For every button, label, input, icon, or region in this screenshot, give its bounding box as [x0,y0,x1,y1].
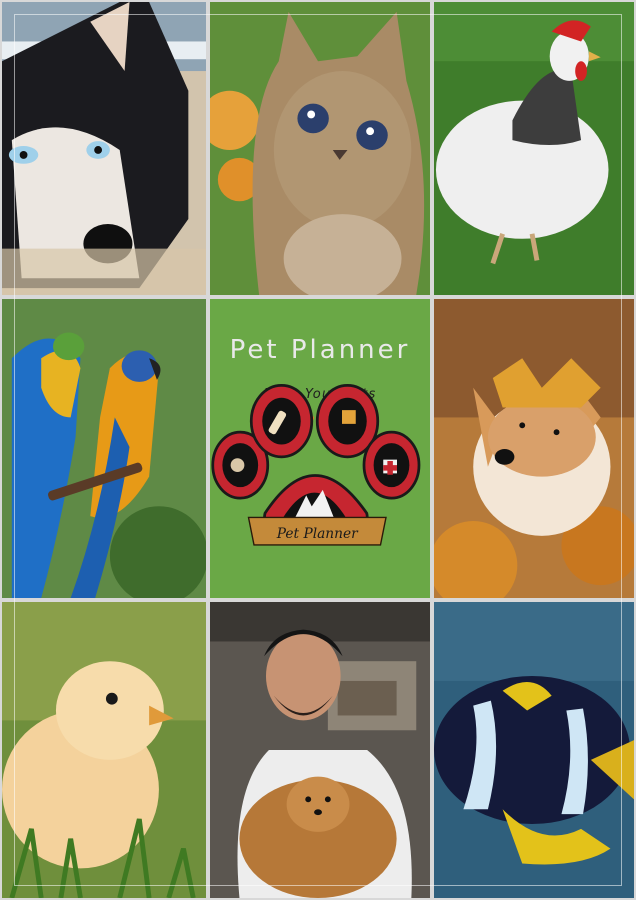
chick-photo [0,600,208,900]
title-panel: Pet Planner Pet Planner Love Your Pets [208,297,432,600]
akita-photo [432,297,636,600]
logo-banner: Pet Planner [247,516,387,546]
logo-banner-text: Pet Planner [276,526,359,542]
macaws-photo [0,297,208,600]
photo-grid: Pet Planner Pet Planner Love Your Pets [0,0,636,900]
pet-planner-paw-logo: Pet Planner [211,384,421,546]
kitten-photo [208,0,432,297]
collage-page: Pet Planner Pet Planner Love Your Pets [0,0,636,900]
clownfish-photo [432,600,636,900]
hen-photo [432,0,636,297]
husky-photo [0,0,208,297]
man-with-pomeranian-photo [208,600,432,900]
